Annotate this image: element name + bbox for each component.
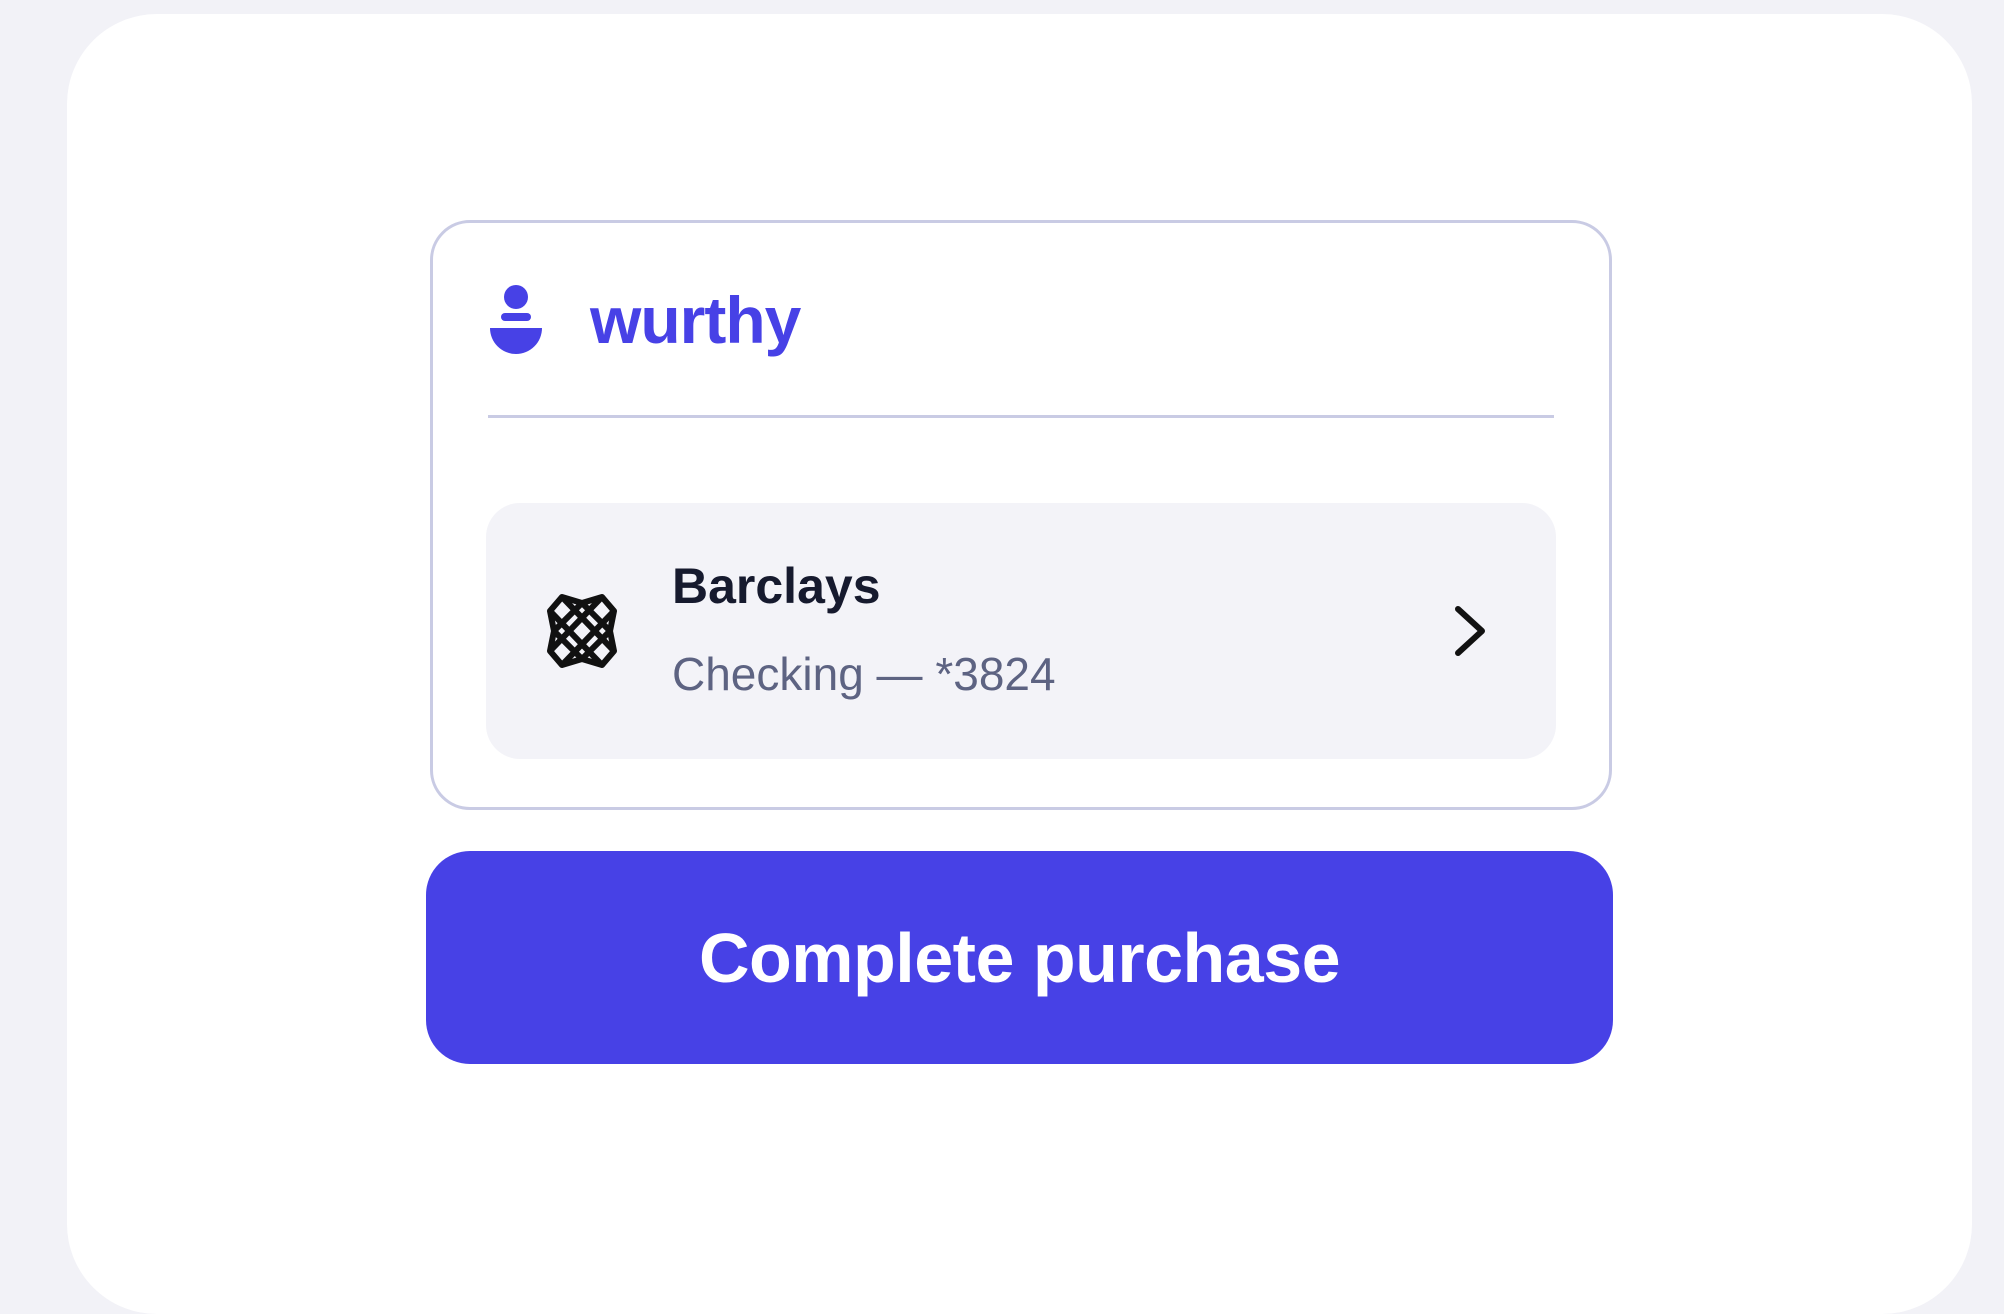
- bank-lattice-icon: [547, 594, 617, 668]
- brand-header: wurthy: [488, 275, 801, 365]
- divider: [488, 415, 1554, 418]
- brand-name: wurthy: [590, 283, 801, 357]
- bank-account-selector[interactable]: Barclays Checking — *3824: [486, 503, 1556, 759]
- account-label: Checking — *3824: [672, 648, 1056, 700]
- chevron-right-icon: [1455, 606, 1485, 656]
- payment-account-card: wurthy Barclays Checking — *3824: [430, 220, 1612, 810]
- bank-name: Barclays: [672, 558, 881, 614]
- wurthy-logo-icon: [490, 285, 542, 354]
- complete-purchase-button[interactable]: Complete purchase: [426, 851, 1613, 1064]
